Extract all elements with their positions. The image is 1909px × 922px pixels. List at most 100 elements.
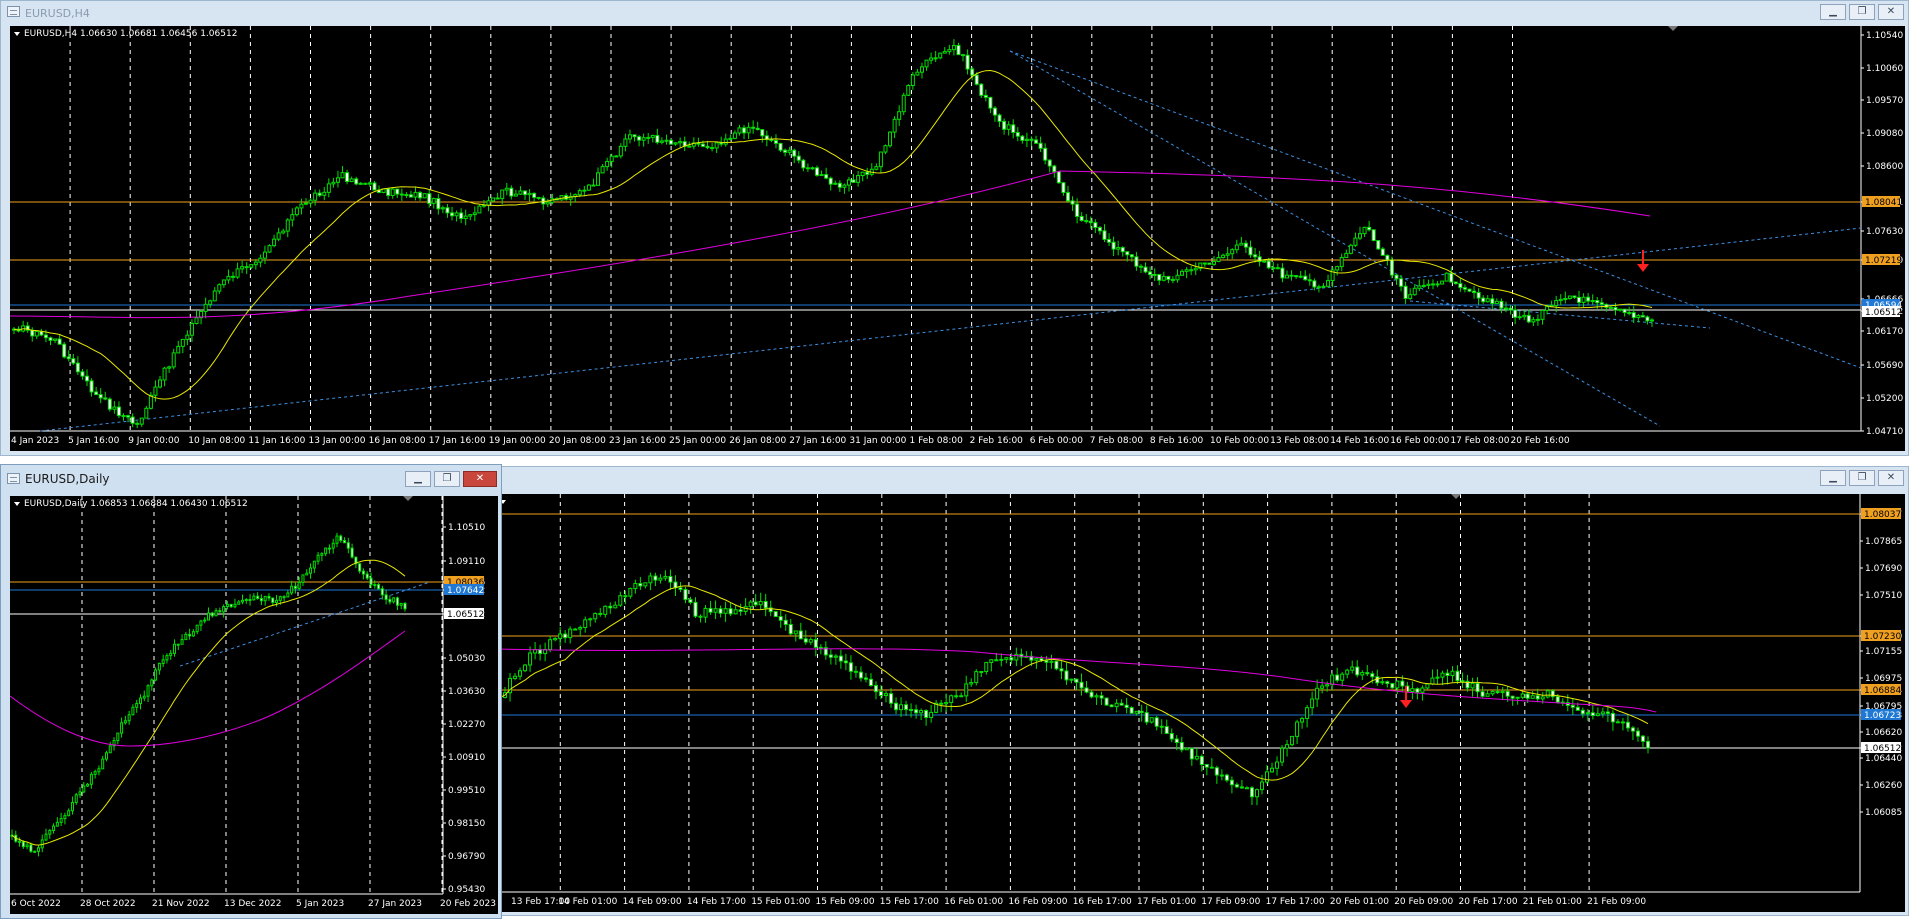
x-axis-tick-label: 2 Feb 16:00	[970, 436, 1024, 446]
candle-body	[856, 175, 861, 183]
x-axis-tick-label: 13 Dec 2022	[224, 899, 282, 909]
candle-body	[1403, 285, 1408, 299]
candle-body	[878, 151, 883, 168]
candle-body	[472, 212, 477, 216]
x-axis-tick-label: 17 Jan 16:00	[429, 436, 486, 446]
candle-body	[34, 330, 39, 337]
candle-body	[1164, 726, 1169, 734]
h4-chart-svg[interactable]: 4 Jan 2023 5 Jan 16:00 9 Jan 00:00 10 Jan 0…	[9, 26, 1905, 451]
candle-body	[633, 583, 638, 590]
candle-body	[1435, 676, 1440, 679]
daily-chart-svg[interactable]: 6 Oct 2022 28 Oct 2022 21 Nov 2022 13 Dec 2…	[9, 496, 498, 914]
candle-body	[1490, 298, 1495, 305]
candle-body	[103, 397, 108, 400]
candle-body	[884, 693, 889, 697]
h4-close-button[interactable]: ✕	[1878, 4, 1904, 20]
daily-window-titlebar[interactable]: EURUSD,Daily ▁ ❐ ✕	[1, 465, 501, 493]
candle-body	[1581, 296, 1586, 303]
candle-body	[1395, 680, 1400, 689]
candle-body	[608, 605, 613, 609]
h4-chart-area[interactable]: 4 Jan 2023 5 Jan 16:00 9 Jan 00:00 10 Jan 0…	[9, 26, 1905, 451]
y-axis-tick-label: 1.06440	[1865, 754, 1902, 764]
candle-body	[693, 601, 698, 617]
x-axis-tick-label: 17 Feb 08:00	[1450, 436, 1509, 446]
candle-body	[256, 595, 260, 599]
m30-window-titlebar[interactable]: ▁ ❐ ✕	[496, 467, 1908, 491]
candle-body	[999, 658, 1004, 661]
x-axis-tick-label: 20 Feb 2023	[440, 899, 496, 909]
h4-minimize-button[interactable]: ▁	[1820, 4, 1846, 20]
y-axis-tick-label: 0.95430	[448, 885, 485, 895]
m30-chart-area[interactable]: 13 Feb 17:00 14 Feb 01:00 14 Feb 09:00 14 F…	[495, 494, 1905, 912]
candle-body	[1002, 120, 1007, 130]
candle-body	[1102, 230, 1107, 240]
candle-body	[1079, 215, 1084, 222]
candle-body	[1152, 273, 1157, 276]
daily-close-button[interactable]: ✕	[463, 471, 497, 487]
candle-body	[803, 638, 808, 643]
x-axis-tick-label: 21 Feb 01:00	[1523, 897, 1582, 907]
x-axis-tick-label: 21 Nov 2022	[152, 899, 210, 909]
candle-body	[176, 643, 180, 646]
candle-body	[1134, 710, 1139, 714]
daily-restore-button[interactable]: ❐	[434, 471, 460, 487]
y-axis-tick-label: 1.06260	[1865, 781, 1902, 791]
candle-body	[326, 183, 331, 193]
candle-body	[85, 375, 90, 382]
candle-body	[93, 771, 97, 775]
candle-body	[1159, 725, 1164, 728]
candle-body	[184, 633, 188, 641]
candle-body	[29, 844, 33, 852]
m30-minimize-button[interactable]: ▁	[1820, 470, 1846, 486]
daily-minimize-button[interactable]: ▁	[405, 471, 431, 487]
candle-body	[89, 380, 94, 393]
candle-body	[127, 714, 131, 722]
candle-body	[324, 547, 328, 555]
candle-body	[719, 142, 724, 145]
m30-chart-svg[interactable]: 13 Feb 17:0014 Feb 01:00 14 Feb 09:00 14 F…	[495, 494, 1905, 912]
candle-body	[108, 745, 112, 754]
m30-restore-button[interactable]: ❐	[1849, 470, 1875, 486]
candle-body	[241, 599, 245, 603]
candle-body	[810, 167, 815, 170]
candle-body	[989, 659, 994, 663]
candle-body	[646, 136, 651, 139]
x-axis-tick-label: 17 Feb 09:00	[1201, 897, 1260, 907]
candle-body	[1449, 272, 1454, 283]
candle-body	[1426, 283, 1431, 286]
h4-restore-button[interactable]: ❐	[1849, 4, 1875, 20]
candle-body	[1515, 696, 1520, 699]
candle-body	[154, 669, 158, 681]
candle-body	[365, 573, 369, 579]
candle-body	[1586, 296, 1591, 302]
candle-body	[1184, 269, 1189, 272]
candle-body	[919, 66, 924, 73]
h4-window-titlebar[interactable]: EURUSD,H4 ▁ ❐ ✕	[1, 1, 1908, 25]
x-axis-tick-label: 7 Feb 08:00	[1090, 436, 1144, 446]
candle-body	[979, 670, 984, 673]
candle-body	[468, 214, 473, 217]
candle-body	[1470, 682, 1475, 689]
candle-body	[313, 192, 318, 201]
candle-body	[372, 182, 377, 191]
candle-body	[1259, 781, 1264, 791]
candle-body	[237, 601, 241, 605]
candle-body	[553, 637, 558, 641]
x-axis-tick-label: 16 Jan 08:00	[369, 436, 426, 446]
candle-body	[742, 127, 747, 134]
candle-body	[395, 597, 399, 606]
m30-close-button[interactable]: ✕	[1878, 470, 1904, 486]
candle-body	[577, 190, 582, 196]
candle-body	[1239, 242, 1244, 246]
candle-body	[210, 612, 214, 617]
candle-body	[1109, 704, 1114, 708]
candle-body	[843, 660, 848, 664]
daily-chart-area[interactable]: 6 Oct 2022 28 Oct 2022 21 Nov 2022 13 Dec 2…	[9, 496, 498, 914]
candle-body	[331, 181, 336, 185]
candle-body	[162, 367, 167, 381]
candle-body	[773, 611, 778, 618]
candle-body	[1239, 786, 1244, 789]
candle-body	[961, 54, 966, 57]
y-axis-tick-label: 1.07510	[1865, 591, 1902, 601]
candle-body	[1061, 182, 1066, 194]
